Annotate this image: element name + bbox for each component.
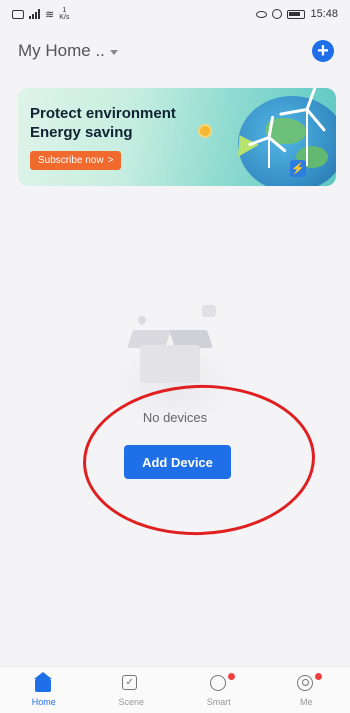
tab-me[interactable]: Me [276, 673, 336, 707]
bottom-tab-bar: Home ✓ Scene Smart Me [0, 666, 350, 713]
status-right: 15:48 [256, 8, 338, 20]
subscribe-button[interactable]: Subscribe now > [30, 151, 122, 170]
chevron-right-icon: > [107, 155, 114, 166]
scene-checkbox-icon: ✓ [122, 675, 140, 693]
tab-label: Scene [118, 697, 145, 707]
notification-badge [315, 673, 323, 680]
network-speed-value: 1 [62, 7, 67, 14]
home-selector[interactable]: My Home .. [18, 41, 118, 61]
home-name: My Home .. [18, 41, 105, 60]
box-icon [140, 345, 200, 383]
status-bar: ≋ 1 K/s 15:48 [0, 0, 350, 28]
tab-home[interactable]: Home [14, 672, 74, 707]
tab-label: Smart [206, 697, 231, 707]
subscribe-label: Subscribe now [38, 155, 104, 166]
battery-icon [287, 9, 306, 19]
socket-icon [202, 305, 216, 317]
header: My Home .. + [18, 38, 334, 64]
drop-icon [136, 314, 148, 326]
add-button[interactable]: + [312, 40, 334, 62]
alarm-icon [272, 9, 283, 19]
lightning-icon: ⚡ [290, 160, 306, 177]
signal-icon [29, 9, 40, 19]
banner-title-line2: Energy saving [30, 124, 133, 141]
network-speed: 1 K/s [59, 7, 69, 21]
notification-badge [227, 673, 235, 680]
clock: 15:48 [310, 8, 338, 20]
banner-title-line1: Protect environment [30, 105, 176, 122]
profile-icon [297, 675, 315, 693]
wind-turbine [306, 108, 308, 166]
eye-icon [256, 10, 268, 18]
promo-banner[interactable]: ⚡ Protect environment Energy saving Subs… [18, 88, 336, 186]
caret-down-icon [109, 49, 118, 55]
coin-icon [198, 124, 212, 138]
status-left: ≋ 1 K/s [12, 7, 69, 21]
home-icon [33, 672, 53, 693]
wifi-icon: ≋ [45, 8, 55, 21]
sim-icon [12, 9, 24, 19]
tab-scene[interactable]: ✓ Scene [101, 675, 161, 707]
tab-label: Me [299, 697, 313, 707]
banner-title: Protect environment Energy saving [30, 104, 176, 142]
tab-label: Home [31, 697, 56, 707]
plus-circle-icon: + [317, 40, 329, 62]
tab-smart[interactable]: Smart [189, 673, 249, 707]
network-speed-unit: K/s [59, 14, 70, 21]
smart-icon [209, 675, 228, 693]
